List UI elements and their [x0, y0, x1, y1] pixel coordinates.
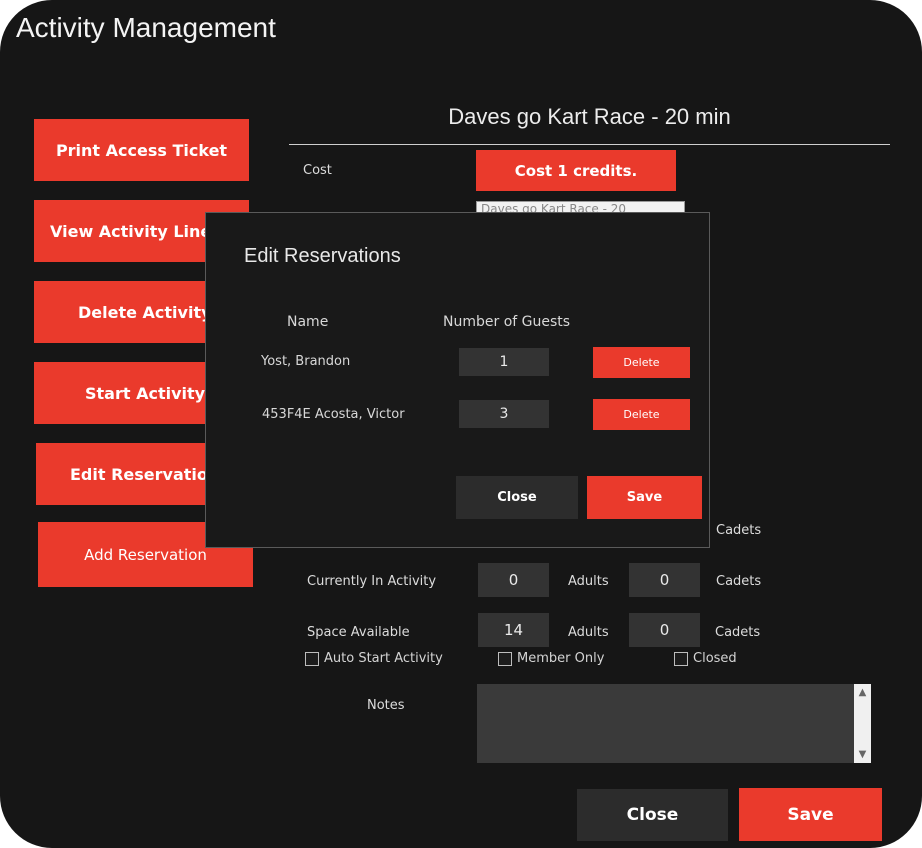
scroll-down-icon[interactable]: ▼ — [854, 746, 871, 763]
reservation-guests-field[interactable]: 3 — [459, 400, 549, 428]
cadets-label-row1: Cadets — [716, 523, 762, 538]
app-title: Activity Management — [16, 12, 276, 43]
currently-in-activity-label: Currently In Activity — [307, 574, 437, 589]
header-divider — [289, 144, 890, 145]
space-cadets-field[interactable]: 0 — [629, 613, 700, 647]
member-only-label: Member Only — [517, 651, 605, 666]
checkbox-box[interactable] — [305, 651, 319, 666]
space-adults-field[interactable]: 14 — [478, 613, 549, 647]
dialog-title: Edit Reservations — [244, 245, 401, 267]
notes-label: Notes — [367, 698, 405, 713]
delete-reservation-button[interactable]: Delete — [593, 399, 690, 430]
closed-checkbox[interactable]: Closed — [674, 651, 737, 666]
space-available-label: Space Available — [307, 625, 410, 640]
dialog-save-button[interactable]: Save — [587, 476, 702, 519]
checkbox-box[interactable] — [674, 651, 688, 666]
notes-scrollbar[interactable]: ▲ ▼ — [854, 684, 871, 763]
cadets-label: Cadets — [715, 625, 761, 640]
currently-adults-field[interactable]: 0 — [478, 563, 549, 597]
cost-button[interactable]: Cost 1 credits. — [476, 150, 676, 191]
dialog-close-button[interactable]: Close — [456, 476, 578, 519]
scroll-up-icon[interactable]: ▲ — [854, 684, 871, 701]
reservation-guests-field[interactable]: 1 — [459, 348, 549, 376]
notes-textarea[interactable]: ▲ ▼ — [477, 684, 871, 763]
edit-reservations-dialog: Edit Reservations Name Number of Guests … — [205, 212, 710, 548]
reservation-name: Yost, Brandon — [261, 354, 351, 369]
close-button[interactable]: Close — [577, 789, 728, 841]
activity-name: Daves go Kart Race - 20 min — [448, 104, 731, 129]
cost-label: Cost — [303, 163, 332, 178]
save-button[interactable]: Save — [739, 788, 882, 841]
checkbox-box[interactable] — [498, 651, 512, 666]
adults-label: Adults — [568, 574, 609, 589]
cadets-label: Cadets — [716, 574, 762, 589]
member-only-checkbox[interactable]: Member Only — [498, 651, 604, 666]
activity-management-window: Activity Management Print Access Ticket … — [0, 0, 922, 848]
adults-label: Adults — [568, 625, 609, 640]
delete-reservation-button[interactable]: Delete — [593, 347, 690, 378]
reservation-name: 453F4E Acosta, Victor — [262, 407, 405, 422]
print-access-ticket-button[interactable]: Print Access Ticket — [34, 119, 249, 181]
auto-start-label: Auto Start Activity — [324, 651, 443, 666]
closed-label: Closed — [693, 651, 737, 666]
currently-cadets-field[interactable]: 0 — [629, 563, 700, 597]
auto-start-checkbox[interactable]: Auto Start Activity — [305, 651, 443, 666]
name-column-header: Name — [287, 314, 329, 330]
guests-column-header: Number of Guests — [443, 314, 571, 330]
